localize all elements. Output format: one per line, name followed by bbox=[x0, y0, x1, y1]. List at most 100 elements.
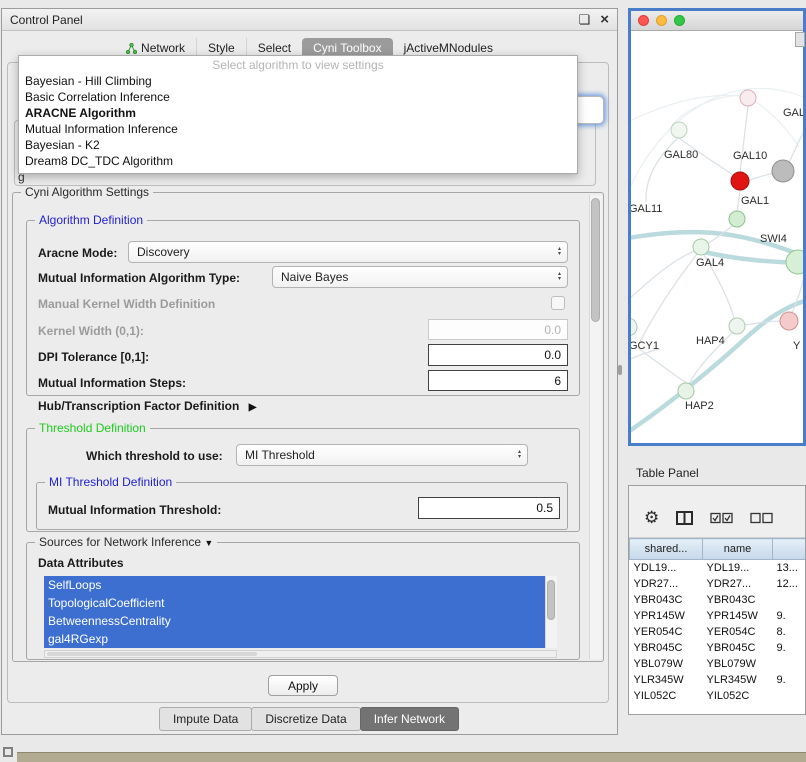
tab-label: Impute Data bbox=[173, 712, 238, 726]
network-node[interactable] bbox=[671, 122, 687, 138]
hub-definition-toggle[interactable]: Hub/Transcription Factor Definition ▶ bbox=[38, 399, 256, 413]
table-row[interactable]: YBL079WYBL079W bbox=[630, 656, 806, 672]
table-cell bbox=[773, 656, 806, 672]
control-panel-titlebar[interactable]: Control Panel ❏ × bbox=[2, 9, 617, 31]
manual-kernel-width-checkbox[interactable] bbox=[551, 296, 565, 310]
network-canvas[interactable]: GALGAL80GAL10GAL11GAL1SWI4GAL4GCY1HAP4YH… bbox=[631, 31, 803, 443]
table-row[interactable]: YIL052CYIL052C bbox=[630, 688, 806, 704]
mi-steps-field[interactable]: 6 bbox=[428, 370, 568, 391]
network-scroll-corner[interactable] bbox=[795, 32, 805, 47]
taskbar-mini-icon[interactable] bbox=[3, 747, 13, 757]
network-node-label: SWI4 bbox=[760, 233, 787, 245]
network-node-label: GAL1 bbox=[741, 195, 769, 207]
node-table: shared...name YDL19...YDL19...13...YDR27… bbox=[629, 538, 806, 704]
network-node[interactable] bbox=[780, 312, 798, 330]
table-row[interactable]: YER054CYER054C8. bbox=[630, 624, 806, 640]
algorithm-option[interactable]: Basic Correlation Inference bbox=[19, 89, 577, 105]
panel-splitter-handle[interactable] bbox=[618, 365, 622, 375]
data-attribute-item[interactable]: TopologicalCoefficient bbox=[44, 594, 557, 612]
table-row[interactable]: YDL19...YDL19...13... bbox=[630, 560, 806, 576]
table-cell: YER054C bbox=[703, 624, 773, 640]
algorithm-option[interactable]: ARACNE Algorithm bbox=[19, 105, 577, 121]
bottom-tabs: Impute Data Discretize Data Infer Networ… bbox=[1, 707, 618, 731]
network-node[interactable] bbox=[740, 90, 756, 106]
tab-impute-data[interactable]: Impute Data bbox=[159, 707, 252, 731]
network-node[interactable] bbox=[729, 211, 745, 227]
tab-discretize-data[interactable]: Discretize Data bbox=[251, 707, 360, 731]
aracne-mode-label: Aracne Mode: bbox=[38, 246, 117, 260]
algorithm-option[interactable]: Bayesian - K2 bbox=[19, 137, 577, 153]
background-window-edge bbox=[17, 752, 806, 762]
table-row[interactable]: YBR045CYBR045C9. bbox=[630, 640, 806, 656]
table-cell: YER054C bbox=[630, 624, 703, 640]
table-row[interactable]: YPR145WYPR145W9. bbox=[630, 608, 806, 624]
network-node[interactable] bbox=[729, 318, 745, 334]
table-cell: YBR045C bbox=[630, 640, 703, 656]
table-cell: YDR27... bbox=[630, 576, 703, 592]
float-window-icon[interactable]: ❏ bbox=[579, 13, 591, 26]
table-cell: YDR27... bbox=[703, 576, 773, 592]
close-window-icon[interactable]: × bbox=[600, 13, 609, 26]
tab-label: Style bbox=[208, 41, 235, 55]
attr-list-scrollbar-thumb[interactable] bbox=[547, 580, 555, 620]
window-title: Control Panel bbox=[10, 13, 83, 27]
network-node[interactable] bbox=[772, 160, 794, 182]
network-node[interactable] bbox=[786, 250, 803, 274]
data-attribute-item[interactable]: BetweennessCentrality bbox=[44, 612, 557, 630]
algorithm-option[interactable]: Bayesian - Hill Climbing bbox=[19, 73, 577, 89]
attr-list-hscrollbar-thumb[interactable] bbox=[47, 652, 257, 656]
network-node[interactable] bbox=[731, 172, 749, 190]
aracne-mode-select[interactable]: Discovery ▴▾ bbox=[128, 241, 568, 263]
table-column-header[interactable]: shared... bbox=[630, 539, 703, 560]
attr-list-hscrollbar-track[interactable] bbox=[44, 650, 557, 658]
which-threshold-select[interactable]: MI Threshold ▴▾ bbox=[236, 444, 528, 466]
kernel-width-field[interactable]: 0.0 bbox=[428, 319, 568, 340]
close-traffic-light-icon[interactable] bbox=[638, 15, 649, 26]
mi-threshold-field[interactable]: 0.5 bbox=[418, 497, 560, 519]
algorithm-option[interactable]: Dream8 DC_TDC Algorithm bbox=[19, 153, 577, 169]
dpi-tolerance-label: DPI Tolerance [0,1]: bbox=[38, 350, 149, 364]
algorithm-option[interactable]: Mutual Information Inference bbox=[19, 121, 577, 137]
network-node[interactable] bbox=[631, 318, 637, 336]
combo-value: Naive Bayes bbox=[281, 270, 348, 284]
gear-icon[interactable]: ⚙ bbox=[644, 509, 659, 526]
sources-group-title[interactable]: Sources for Network Inference ▼ bbox=[35, 535, 217, 549]
chevron-right-icon: ▶ bbox=[249, 402, 257, 413]
zoom-traffic-light-icon[interactable] bbox=[674, 15, 685, 26]
field-value: 0.0 bbox=[544, 323, 561, 337]
network-node[interactable] bbox=[678, 383, 694, 399]
group-title: Cyni Algorithm Settings bbox=[21, 185, 153, 199]
table-row[interactable]: YBR043CYBR043C bbox=[630, 592, 806, 608]
table-column-header[interactable]: name bbox=[703, 539, 773, 560]
table-cell: YBL079W bbox=[703, 656, 773, 672]
tab-label: Infer Network bbox=[374, 712, 445, 726]
field-value: 0.5 bbox=[536, 501, 553, 515]
data-attribute-item[interactable]: gal4RGexp bbox=[44, 630, 557, 648]
table-column-header[interactable] bbox=[773, 539, 806, 560]
mi-threshold-label: Mutual Information Threshold: bbox=[48, 503, 221, 517]
manual-kernel-width-label: Manual Kernel Width Definition bbox=[38, 297, 215, 311]
mi-algorithm-type-select[interactable]: Naive Bayes ▴▾ bbox=[272, 266, 568, 288]
deselect-all-rows-icon[interactable] bbox=[750, 512, 773, 524]
network-node[interactable] bbox=[693, 239, 709, 255]
apply-button[interactable]: Apply bbox=[268, 675, 338, 696]
network-window-titlebar[interactable] bbox=[631, 11, 803, 31]
select-all-rows-icon[interactable] bbox=[710, 512, 733, 524]
table-row[interactable]: YLR345WYLR345W9. bbox=[630, 672, 806, 688]
tab-infer-network[interactable]: Infer Network bbox=[360, 707, 459, 731]
field-value: 6 bbox=[554, 374, 561, 388]
dpi-tolerance-field[interactable]: 0.0 bbox=[428, 344, 568, 366]
table-cell bbox=[773, 688, 806, 704]
network-node-label: HAP2 bbox=[685, 400, 714, 412]
settings-scrollbar-thumb[interactable] bbox=[591, 198, 600, 322]
table-cell: 9. bbox=[773, 672, 806, 688]
mi-steps-label: Mutual Information Steps: bbox=[38, 376, 186, 390]
columns-icon[interactable] bbox=[676, 511, 693, 525]
algorithm-dropdown-popup: Select algorithm to view settings Bayesi… bbox=[18, 55, 578, 174]
minimize-traffic-light-icon[interactable] bbox=[656, 15, 667, 26]
table-panel-title: Table Panel bbox=[636, 466, 699, 480]
data-attribute-item[interactable]: SelfLoops bbox=[44, 576, 557, 594]
tab-label: Network bbox=[141, 41, 185, 55]
table-row[interactable]: YDR27...YDR27...12... bbox=[630, 576, 806, 592]
data-attributes-list[interactable]: SelfLoopsTopologicalCoefficientBetweenne… bbox=[44, 576, 557, 648]
